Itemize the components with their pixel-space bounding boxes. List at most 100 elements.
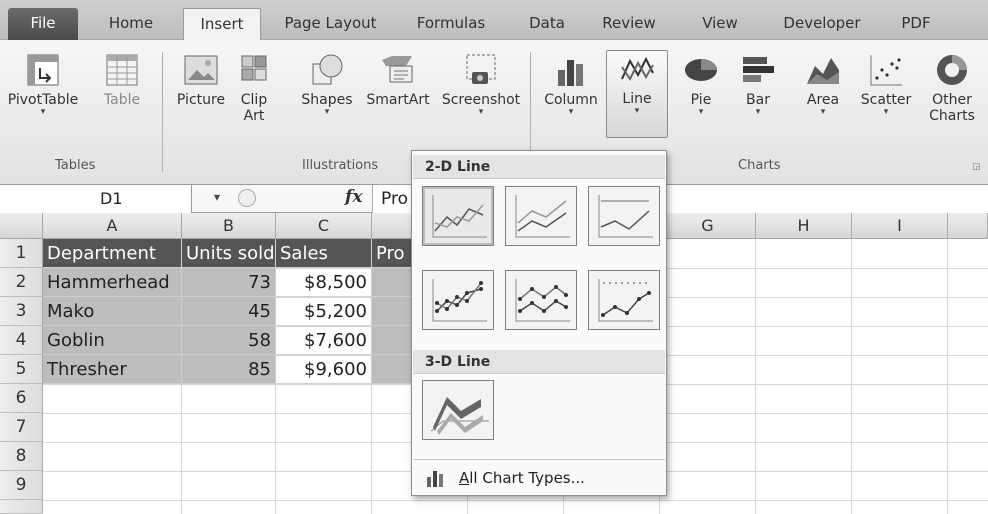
line-with-markers-icon (432, 279, 487, 322)
formula-bar-circle-icon (238, 189, 256, 207)
line-chart-button[interactable]: Line ▾ (606, 50, 668, 138)
column-header[interactable]: C (276, 213, 372, 239)
table-cell[interactable]: Mako (43, 297, 182, 326)
row-header[interactable]: 3 (0, 297, 43, 326)
tab-file[interactable]: File (8, 8, 78, 40)
column-header[interactable]: A (43, 213, 182, 239)
row-header[interactable] (0, 500, 43, 514)
row-header[interactable]: 1 (0, 239, 43, 268)
column-header[interactable]: B (182, 213, 276, 239)
clip-art-icon (241, 55, 267, 81)
tab-view[interactable]: View (688, 8, 752, 40)
table-cell[interactable]: 73 (182, 268, 276, 297)
pivottable-icon (27, 54, 59, 86)
tab-page-layout[interactable]: Page Layout (273, 8, 388, 40)
column-header[interactable] (948, 213, 988, 239)
100-stacked-line-with-markers-icon (598, 279, 653, 322)
column-header[interactable]: I (852, 213, 948, 239)
100-stacked-line-with-markers-option[interactable] (588, 270, 660, 330)
table-cell[interactable] (372, 355, 412, 384)
row-header[interactable]: 7 (0, 413, 43, 442)
row-header[interactable]: 6 (0, 384, 43, 413)
table-header-cell[interactable]: Department (43, 239, 182, 268)
pie-chart-button[interactable]: Pie ▾ (675, 52, 727, 117)
group-label-illustrations: Illustrations (302, 158, 379, 173)
column-chart-icon (427, 471, 443, 487)
column-header[interactable]: H (756, 213, 852, 239)
tab-review[interactable]: Review (588, 8, 670, 40)
section-2d-line: 2-D Line (413, 155, 665, 179)
select-all-corner[interactable] (0, 213, 43, 239)
table-header-cell[interactable]: Pro (372, 239, 412, 268)
shapes-icon (312, 54, 343, 85)
row-header[interactable]: 8 (0, 442, 43, 471)
row-header[interactable]: 9 (0, 471, 43, 500)
tab-formulas[interactable]: Formulas (402, 8, 500, 40)
area-chart-icon (807, 58, 839, 84)
table-header-cell[interactable]: Units sold (182, 239, 276, 268)
line-chart-dropdown: 2-D Line 3-D Line All Chart Types... (411, 150, 667, 496)
ribbon-tab-bar: File Home Insert Page Layout Formulas Da… (0, 0, 988, 40)
shapes-button[interactable]: Shapes ▾ (296, 52, 358, 117)
table-cell[interactable]: Goblin (43, 326, 182, 355)
screenshot-button[interactable]: Screenshot ▾ (436, 52, 526, 117)
table-header-cell[interactable]: Sales (276, 239, 372, 268)
table-cell[interactable]: Thresher (43, 355, 182, 384)
table-cell[interactable]: $8,500 (276, 268, 372, 297)
line-chart-icon (432, 195, 487, 238)
tab-insert[interactable]: Insert (183, 8, 261, 40)
area-chart-button[interactable]: Area ▾ (795, 52, 851, 117)
line-chart-option[interactable] (422, 186, 494, 246)
tab-pdf[interactable]: PDF (888, 8, 944, 40)
3d-line-chart-icon (430, 397, 489, 435)
all-chart-types-menu-item[interactable]: All Chart Types... (413, 459, 665, 495)
table-button[interactable]: Table (92, 52, 152, 108)
tab-home[interactable]: Home (95, 8, 167, 40)
row-header[interactable]: 5 (0, 355, 43, 384)
picture-button[interactable]: Picture (170, 52, 232, 108)
100-stacked-line-chart-icon (598, 195, 653, 238)
stacked-line-with-markers-option[interactable] (505, 270, 577, 330)
group-separator (162, 52, 163, 172)
stacked-line-chart-icon (515, 195, 570, 238)
column-chart-button[interactable]: Column ▾ (537, 52, 605, 117)
line-with-markers-option[interactable] (422, 270, 494, 330)
stacked-line-with-markers-icon (515, 279, 570, 322)
bar-chart-icon (743, 57, 774, 82)
tab-data[interactable]: Data (513, 8, 581, 40)
all-chart-types-label: ll Chart Types... (469, 469, 585, 487)
pivottable-button[interactable]: PivotTable ▾ (0, 52, 86, 117)
table-cell[interactable]: 85 (182, 355, 276, 384)
dialog-launcher-icon[interactable]: ◲ (972, 162, 981, 172)
scatter-chart-icon (870, 55, 902, 86)
table-cell[interactable]: Hammerhead (43, 268, 182, 297)
table-cell[interactable]: $9,600 (276, 355, 372, 384)
table-cell[interactable] (372, 268, 412, 297)
column-header[interactable]: G (660, 213, 756, 239)
stacked-line-chart-option[interactable] (505, 186, 577, 246)
3d-line-chart-option[interactable] (422, 380, 494, 440)
insert-function-icon[interactable]: fx (345, 187, 362, 207)
table-cell[interactable] (372, 297, 412, 326)
other-charts-button[interactable]: Other Charts (918, 52, 986, 124)
column-chart-icon (558, 60, 583, 86)
smartart-button[interactable]: SmartArt (360, 52, 436, 108)
table-cell[interactable]: $5,200 (276, 297, 372, 326)
table-cell[interactable]: 58 (182, 326, 276, 355)
name-box[interactable]: D1 (0, 185, 192, 213)
scatter-chart-button[interactable]: Scatter ▾ (856, 52, 916, 117)
name-box-dropdown-icon[interactable]: ▾ (214, 190, 220, 204)
bar-chart-button[interactable]: Bar ▾ (732, 52, 784, 117)
table-cell[interactable]: 45 (182, 297, 276, 326)
clip-art-button[interactable]: Clip Art (236, 52, 272, 124)
smartart-icon (382, 56, 413, 83)
100-stacked-line-chart-option[interactable] (588, 186, 660, 246)
row-header[interactable]: 2 (0, 268, 43, 297)
table-cell[interactable]: $7,600 (276, 326, 372, 355)
row-header[interactable]: 4 (0, 326, 43, 355)
tab-developer[interactable]: Developer (768, 8, 876, 40)
table-icon (106, 54, 138, 86)
table-cell[interactable] (372, 326, 412, 355)
group-label-charts: Charts (738, 158, 781, 173)
line-chart-icon (621, 56, 654, 81)
